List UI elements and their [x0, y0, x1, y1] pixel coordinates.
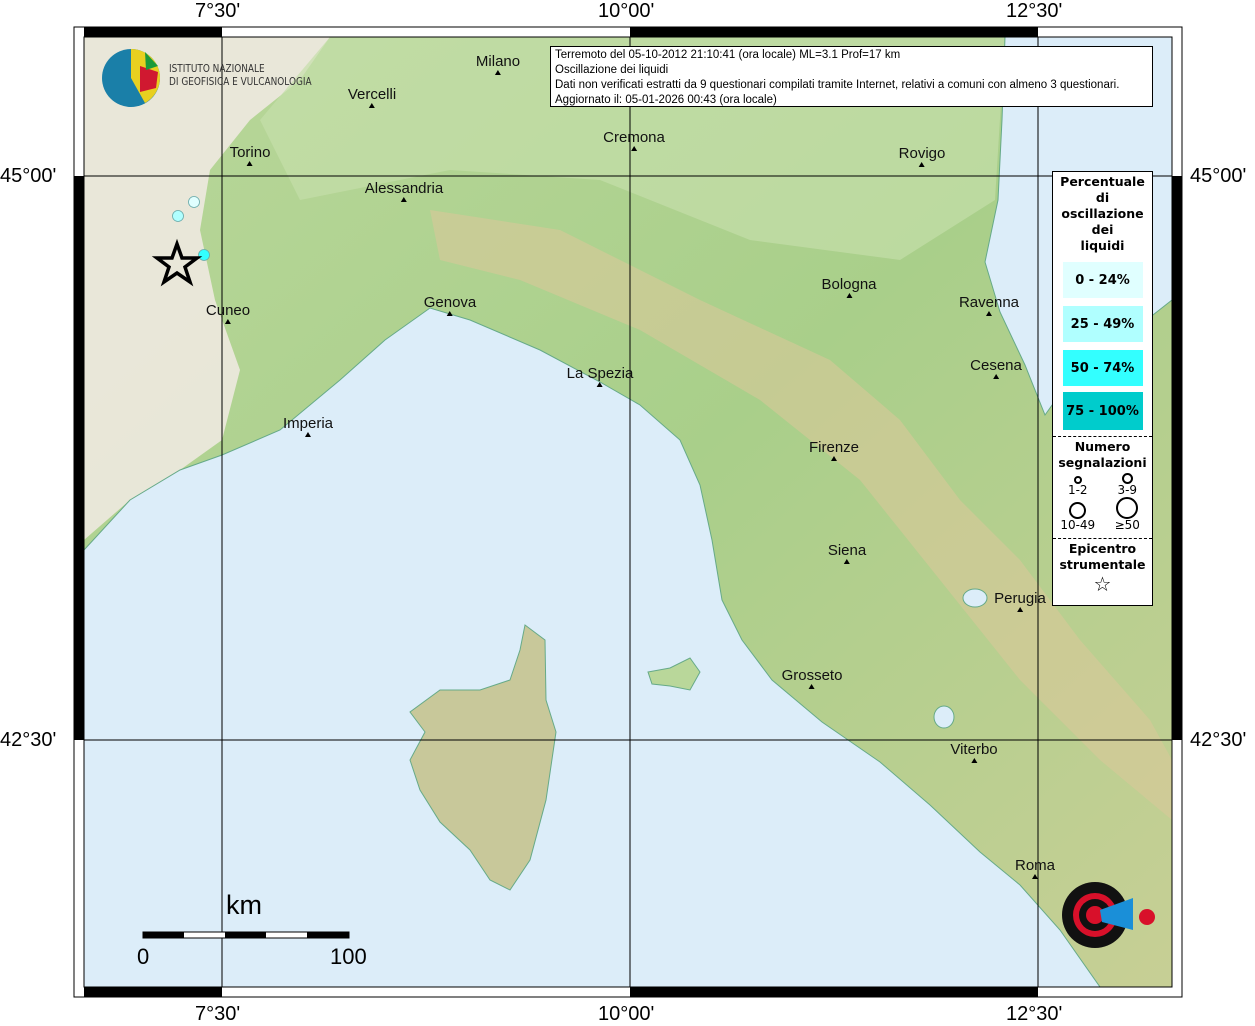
city-label: Ravenna — [958, 294, 1020, 311]
lon-label-top: 10°00' — [598, 0, 655, 22]
observation-point[interactable] — [172, 210, 184, 222]
epicenter-title: Epicentro strumentale — [1053, 541, 1152, 573]
epicenter-title-line: Epicentro — [1068, 541, 1137, 556]
data-disclaimer: Dati non verificati estratti da 9 questi… — [555, 79, 1120, 91]
count-title: Numero segnalazioni — [1053, 439, 1152, 471]
lon-label-top: 7°30' — [195, 0, 241, 22]
city-label: Cuneo — [205, 302, 251, 319]
city-label: Viterbo — [950, 741, 998, 758]
size-50-plus: ≥50 — [1103, 497, 1153, 532]
count-sizes: 1-2 3-9 10-49 ≥50 — [1053, 473, 1152, 532]
count-title-line: segnalazioni — [1058, 455, 1147, 470]
city-label: Alessandria — [364, 180, 444, 197]
event-info-box: Terremoto del 05-10-2012 21:10:41 (ora l… — [550, 46, 1153, 107]
city-label: Rovigo — [898, 145, 946, 162]
scale-min: 0 — [137, 944, 150, 969]
lon-label-bottom: 12°30' — [1006, 1003, 1063, 1025]
scale-bar — [142, 931, 350, 939]
city-label: Cesena — [970, 357, 1022, 374]
city-label: Milano — [475, 53, 521, 70]
legend-divider — [1053, 436, 1152, 437]
circle-icon — [1116, 497, 1139, 519]
lat-label-right: 42°30' — [1190, 729, 1247, 751]
size-1-2: 1-2 — [1053, 473, 1103, 497]
city-label: Perugia — [994, 590, 1046, 607]
ingv-line1: ISTITUTO NAZIONALE — [169, 63, 265, 75]
size-label: 3-9 — [1117, 483, 1138, 497]
scale-unit: km — [226, 890, 262, 920]
map-subject: Oscillazione dei liquidi — [555, 64, 669, 76]
city-label: Bologna — [821, 276, 877, 293]
city-label: Grosseto — [781, 667, 843, 684]
city-label: Vercelli — [347, 86, 397, 103]
legend-title-line: liquidi — [1080, 238, 1125, 253]
legend-title: Percentuale di oscillazione dei liquidi — [1053, 174, 1152, 254]
ingv-logo-text: ISTITUTO NAZIONALE DI GEOFISICA E VULCAN… — [169, 63, 312, 89]
epicenter-title-line: strumentale — [1059, 557, 1146, 572]
legend-title-line: dei — [1091, 222, 1114, 237]
lake-trasimeno — [962, 588, 988, 608]
lake-bolsena — [933, 705, 955, 729]
size-label: ≥50 — [1114, 518, 1140, 532]
updated-timestamp: Aggiornato il: 05-01-2026 00:43 (ora loc… — [555, 94, 777, 106]
legend-title-line: di — [1095, 190, 1110, 205]
circle-icon — [1069, 502, 1087, 519]
event-header: Terremoto del 05-10-2012 21:10:41 (ora l… — [555, 49, 901, 61]
legend: Percentuale di oscillazione dei liquidi … — [1052, 171, 1153, 606]
legend-title-line: Percentuale — [1060, 174, 1145, 189]
city-label: Cremona — [603, 129, 665, 146]
size-3-9: 3-9 — [1103, 473, 1153, 497]
legend-class-0-24: 0 - 24% — [1062, 262, 1143, 298]
observation-point[interactable] — [188, 196, 200, 208]
legend-class-50-74: 50 - 74% — [1062, 350, 1143, 386]
lon-label-bottom: 10°00' — [598, 1003, 655, 1025]
legend-class-75-100: 75 - 100% — [1062, 392, 1143, 430]
lat-label-left: 45°00' — [0, 165, 57, 187]
legend-divider — [1053, 538, 1152, 539]
legend-title-line: oscillazione — [1061, 206, 1144, 221]
city-label: Torino — [229, 144, 271, 161]
city-label: La Spezia — [566, 365, 634, 382]
observation-point[interactable] — [198, 249, 210, 261]
ingv-line2: DI GEOFISICA E VULCANOLOGIA — [169, 76, 312, 88]
star-icon: ☆ — [1093, 572, 1112, 596]
city-label: Firenze — [808, 439, 860, 456]
size-label: 10-49 — [1060, 518, 1096, 532]
legend-class-25-49: 25 - 49% — [1062, 306, 1143, 342]
lat-label-left: 42°30' — [0, 729, 57, 751]
ingv-logo-globe — [102, 49, 160, 107]
lat-label-right: 45°00' — [1190, 165, 1247, 187]
size-label: 1-2 — [1067, 483, 1088, 497]
size-10-49: 10-49 — [1053, 497, 1103, 532]
city-label: Imperia — [282, 415, 334, 432]
lon-label-top: 12°30' — [1006, 0, 1063, 22]
lon-label-bottom: 7°30' — [195, 1003, 241, 1025]
city-label: Siena — [827, 542, 867, 559]
city-label: Roma — [1014, 857, 1056, 874]
scale-max: 100 — [330, 944, 367, 969]
count-title-line: Numero — [1074, 439, 1131, 454]
city-label: Genova — [423, 294, 477, 311]
